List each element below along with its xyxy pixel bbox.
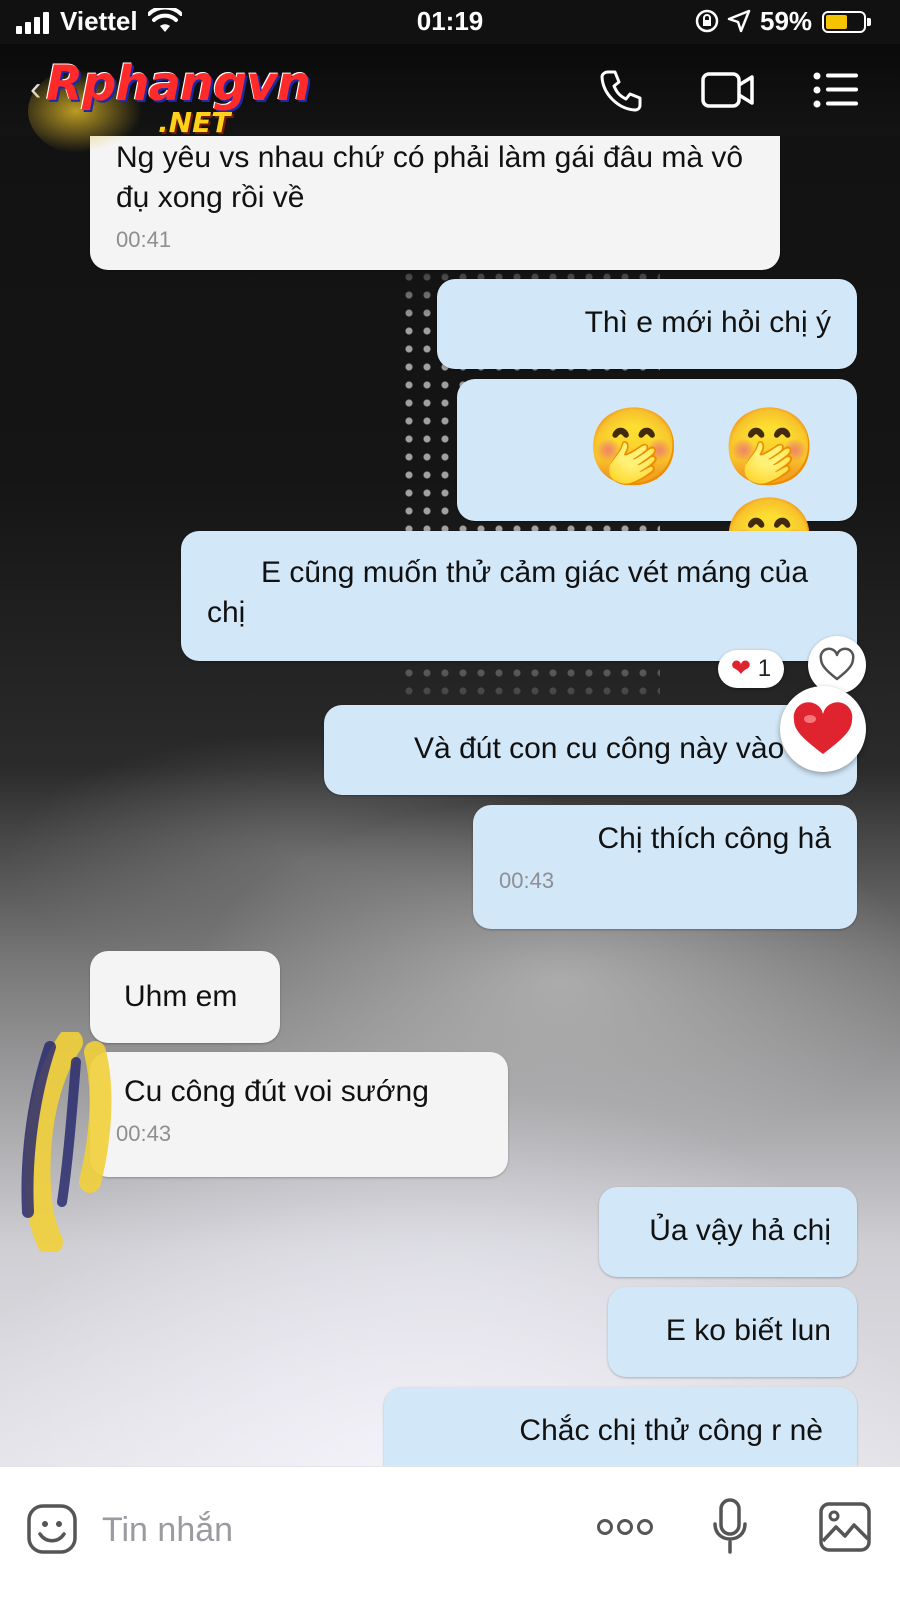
message-text: Và đút con cu công này vào chị xyxy=(414,732,831,765)
message-bubble-incoming[interactable]: Ng yêu vs nhau chứ có phải làm gái đâu m… xyxy=(90,136,780,270)
phone-icon[interactable] xyxy=(598,68,644,114)
logo-net-text: .NET xyxy=(158,106,231,139)
message-list[interactable]: Ng yêu vs nhau chứ có phải làm gái đâu m… xyxy=(0,136,900,1466)
heart-reaction-popup[interactable] xyxy=(780,686,866,772)
message-text: E ko biết lun xyxy=(665,1314,831,1347)
logo-text: Rphangvn xyxy=(46,56,311,112)
battery-icon xyxy=(822,11,871,33)
heart-icon xyxy=(793,702,853,754)
signal-strength-icon xyxy=(16,12,52,34)
message-bubble-incoming[interactable]: Uhm em xyxy=(90,951,280,1043)
message-input[interactable] xyxy=(100,1501,564,1559)
location-arrow-icon xyxy=(727,9,751,33)
message-text: Thì e mới hỏi chị ý xyxy=(584,306,831,339)
message-composer xyxy=(0,1466,900,1601)
microphone-icon[interactable] xyxy=(712,1497,748,1557)
heart-reaction-icon: ❤ xyxy=(730,655,752,682)
message-text: E cũng muốn thử cảm giác vét máng của ch… xyxy=(207,556,809,629)
battery-percent: 59% xyxy=(760,6,813,36)
carrier-name: Viettel xyxy=(60,6,138,36)
message-bubble-outgoing[interactable]: E cũng muốn thử cảm giác vét máng của ch… xyxy=(181,531,857,661)
status-bar: Viettel 01:19 59% xyxy=(0,0,900,44)
message-text: Ủa vậy hả chị xyxy=(649,1214,831,1247)
message-text: Ng yêu vs nhau chứ có phải làm gái đâu m… xyxy=(116,141,744,214)
image-gallery-icon[interactable] xyxy=(818,1501,872,1553)
menu-icon[interactable] xyxy=(812,68,860,112)
message-bubble-outgoing[interactable]: Chắc chị thử công r nè xyxy=(384,1387,857,1466)
sticker-icon[interactable] xyxy=(26,1503,78,1555)
message-text: Chắc chị thử công r nè xyxy=(519,1414,823,1447)
message-bubble-outgoing[interactable]: Chị thích công hả 00:43 xyxy=(473,805,857,929)
message-bubble-outgoing[interactable]: E ko biết lun xyxy=(608,1287,857,1377)
wifi-icon xyxy=(148,8,182,32)
rotation-lock-icon xyxy=(695,9,719,33)
reaction-count-chip[interactable]: ❤ 1 xyxy=(718,650,784,688)
message-text: Chị thích công hả xyxy=(597,822,831,855)
battery-level-fill xyxy=(826,15,847,29)
message-text: Cu công đút voi sướng xyxy=(124,1075,429,1108)
message-time: 00:43 xyxy=(116,1121,172,1146)
message-bubble-incoming[interactable]: Cu công đút voi sướng 00:43 xyxy=(90,1052,508,1177)
chat-header: ‹ Rphangvn .NET xyxy=(0,44,900,156)
watermark-logo: Rphangvn .NET xyxy=(28,56,358,156)
message-time: 00:43 xyxy=(499,868,555,893)
message-bubble-outgoing[interactable]: Ủa vậy hả chị xyxy=(599,1187,857,1277)
video-call-icon[interactable] xyxy=(700,68,756,112)
reaction-count: 1 xyxy=(757,655,772,682)
message-time: 00:41 xyxy=(116,227,172,252)
message-bubble-outgoing[interactable]: 🤭 🤭 🤭 xyxy=(457,379,857,580)
message-text: Uhm em xyxy=(124,980,238,1013)
message-bubble-outgoing[interactable]: Thì e mới hỏi chị ý xyxy=(437,279,857,369)
more-options-icon[interactable] xyxy=(596,1517,654,1537)
message-bubble-outgoing[interactable]: Và đút con cu công này vào chị xyxy=(324,705,857,795)
avatar-scribble-overlay xyxy=(21,1032,112,1252)
